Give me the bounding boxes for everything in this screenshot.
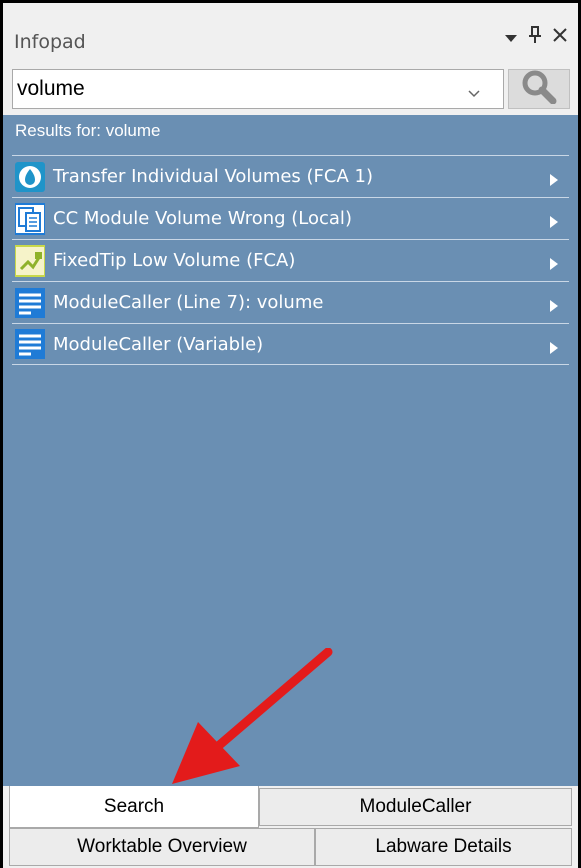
result-label: CC Module Volume Wrong (Local) bbox=[53, 208, 352, 229]
bottom-tab-bar: Search ModuleCaller Worktable Overview L… bbox=[3, 786, 578, 868]
panel-title: Infopad bbox=[14, 31, 86, 53]
result-label: FixedTip Low Volume (FCA) bbox=[53, 250, 296, 271]
search-button[interactable] bbox=[508, 69, 570, 109]
pin-icon[interactable] bbox=[528, 25, 542, 49]
result-item[interactable]: Transfer Individual Volumes (FCA 1) bbox=[12, 155, 569, 197]
results-heading: Results for: volume bbox=[15, 121, 161, 140]
expand-arrow-icon[interactable] bbox=[549, 297, 559, 316]
annotation-arrow bbox=[168, 647, 338, 792]
script-lines-icon bbox=[14, 327, 45, 361]
search-input[interactable] bbox=[12, 69, 504, 109]
fixed-tip-icon bbox=[14, 244, 45, 278]
dropdown-menu-icon[interactable] bbox=[504, 28, 518, 47]
search-icon bbox=[521, 70, 557, 108]
window-controls bbox=[494, 25, 568, 49]
expand-arrow-icon[interactable] bbox=[549, 255, 559, 274]
script-lines-icon bbox=[14, 286, 45, 320]
tab-modulecaller[interactable]: ModuleCaller bbox=[259, 788, 572, 826]
water-drop-icon bbox=[14, 160, 45, 194]
result-label: ModuleCaller (Line 7): volume bbox=[53, 292, 324, 313]
infopad-panel: Infopad Results for: v bbox=[0, 0, 581, 868]
tab-labware-details[interactable]: Labware Details bbox=[315, 828, 572, 866]
result-label: ModuleCaller (Variable) bbox=[53, 333, 264, 355]
result-label: Transfer Individual Volumes (FCA 1) bbox=[53, 166, 373, 187]
expand-arrow-icon[interactable] bbox=[549, 171, 559, 190]
search-history-dropdown-icon[interactable] bbox=[468, 83, 480, 102]
tab-search[interactable]: Search bbox=[9, 786, 259, 828]
expand-arrow-icon[interactable] bbox=[549, 213, 559, 232]
results-list: Transfer Individual Volumes (FCA 1) CC M… bbox=[12, 155, 569, 365]
close-icon[interactable] bbox=[552, 27, 568, 47]
result-item[interactable]: ModuleCaller (Line 7): volume bbox=[12, 281, 569, 323]
document-copy-icon bbox=[14, 202, 45, 236]
tab-worktable-overview[interactable]: Worktable Overview bbox=[9, 828, 315, 866]
result-item[interactable]: ModuleCaller (Variable) bbox=[12, 323, 569, 365]
expand-arrow-icon[interactable] bbox=[549, 339, 559, 358]
title-bar: Infopad bbox=[3, 3, 578, 63]
result-item[interactable]: CC Module Volume Wrong (Local) bbox=[12, 197, 569, 239]
result-item[interactable]: FixedTip Low Volume (FCA) bbox=[12, 239, 569, 281]
search-row bbox=[3, 63, 578, 115]
